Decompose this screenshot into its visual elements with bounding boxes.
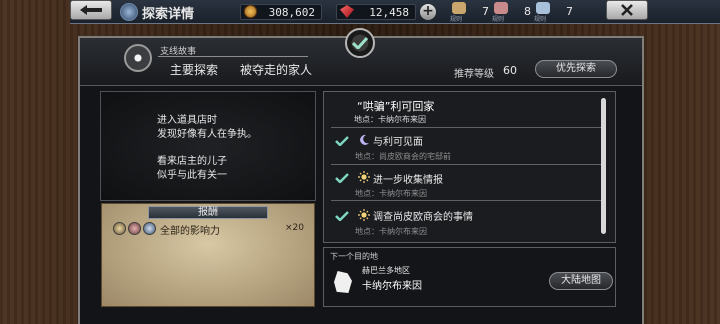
level-label: 推荐等级: [454, 69, 494, 80]
story-line: 似乎与此有关一: [157, 170, 227, 181]
influence-icon: [113, 222, 126, 235]
ticket-icon: [536, 2, 550, 14]
coin-icon: [244, 5, 257, 18]
ticket-label: 规则: [492, 16, 505, 23]
page-title: 探索详情: [142, 7, 195, 22]
level-value: 60: [503, 64, 517, 77]
step-location: 地点：卡纳尔布来因: [355, 227, 427, 236]
story-panel: [100, 91, 316, 201]
reward-count: ×20: [285, 223, 304, 233]
step-location: 地点：尚皮欧商会的宅邸前: [355, 152, 451, 161]
check-icon: [335, 211, 349, 221]
back-button[interactable]: [70, 0, 112, 20]
subtype-divider: [158, 56, 308, 57]
continent-map-button[interactable]: 大陆地图: [549, 272, 613, 290]
ticket-3: 规则: [534, 2, 552, 23]
check-icon: [335, 173, 349, 183]
quest-name: 被夺走的家人: [240, 63, 313, 77]
coin-value: 308,602: [268, 6, 315, 19]
steps-scrollbar[interactable]: [601, 98, 606, 234]
step-divider: [331, 164, 603, 165]
ticket-count: 8: [524, 5, 531, 18]
gem-value: 12,458: [369, 6, 409, 19]
step-title: 调查尚皮欧商会的事情: [373, 212, 473, 223]
destination-place: 卡纳尔布来因: [362, 281, 422, 292]
current-step-location: 地点：卡纳尔布来因: [354, 115, 426, 124]
sun-icon: [358, 209, 370, 221]
ticket-icon: [494, 2, 508, 14]
ticket-icon: [452, 2, 466, 14]
priority-explore-button[interactable]: 优先探索: [535, 60, 617, 78]
explore-globe-icon: [120, 3, 138, 21]
add-gems-button[interactable]: +: [420, 4, 436, 20]
step-location: 地点：卡纳尔布来因: [355, 189, 427, 198]
close-icon: [621, 4, 633, 16]
reward-banner: 报酬: [148, 206, 268, 219]
moon-icon: [360, 134, 369, 145]
step-title: 与利可见面: [373, 137, 423, 148]
sun-icon: [358, 171, 370, 183]
ticket-2: 规则: [492, 2, 510, 23]
destination-label: 下一个目的地: [330, 252, 378, 261]
reward-text: 全部的影响力: [160, 226, 220, 237]
ticket-label: 规则: [450, 16, 463, 23]
destination-region: 赫巴兰多地区: [362, 266, 410, 275]
check-icon: [352, 37, 368, 49]
influence-icon: [143, 222, 156, 235]
ticket-count: 7: [566, 5, 573, 18]
check-icon: [335, 136, 349, 146]
influence-icon: [128, 222, 141, 235]
step-divider: [331, 127, 603, 128]
story-line: 进入道具店时: [157, 115, 217, 126]
close-button[interactable]: [606, 0, 648, 20]
completed-check-emblem: [345, 28, 375, 58]
step-divider: [331, 200, 603, 201]
quest-emblem-icon: [124, 44, 152, 72]
story-line: 发现好像有人在争执。: [157, 129, 257, 140]
current-step-title: “哄骗”利可回家: [357, 100, 435, 113]
back-arrow-icon: [80, 5, 102, 15]
story-line: 看来店主的儿子: [157, 156, 227, 167]
step-title: 进一步收集情报: [373, 175, 443, 186]
ticket-count: 7: [482, 5, 489, 18]
quest-type: 主要探索: [170, 63, 219, 77]
ticket-label: 规则: [534, 16, 547, 23]
ticket-1: 规则: [450, 2, 468, 23]
